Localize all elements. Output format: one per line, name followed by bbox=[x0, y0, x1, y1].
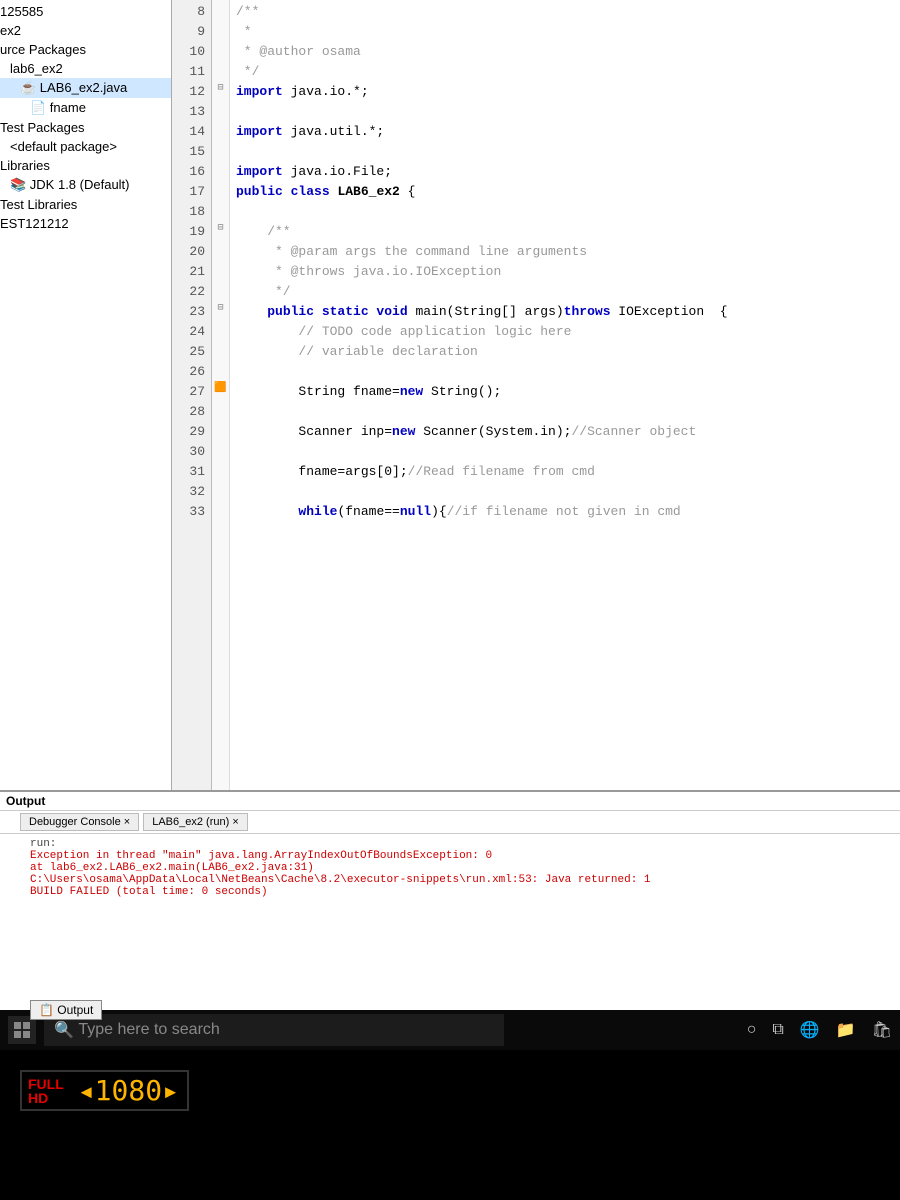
tree-item[interactable]: 📄 fname bbox=[0, 98, 171, 118]
project-tree[interactable]: 125585ex2urce Packageslab6_ex2☕ LAB6_ex2… bbox=[0, 0, 172, 790]
start-button[interactable] bbox=[8, 1016, 36, 1044]
tree-item[interactable]: ☕ LAB6_ex2.java bbox=[0, 78, 171, 98]
output-tabs[interactable]: Debugger Console ×LAB6_ex2 (run) × bbox=[0, 811, 900, 834]
tree-item[interactable]: Test Packages bbox=[0, 118, 171, 137]
cortana-icon[interactable]: ○ bbox=[747, 1021, 757, 1039]
tree-item[interactable]: Test Libraries bbox=[0, 195, 171, 214]
windows-icon bbox=[14, 1022, 30, 1038]
folder-icon[interactable]: 📁 bbox=[836, 1020, 856, 1040]
task-view-icon[interactable]: ⧉ bbox=[772, 1021, 783, 1039]
tree-item[interactable]: lab6_ex2 bbox=[0, 59, 171, 78]
output-tab[interactable]: LAB6_ex2 (run) × bbox=[143, 813, 248, 831]
code-editor[interactable]: 8910111213141516171819202122232425262728… bbox=[172, 0, 900, 790]
search-placeholder: Type here to search bbox=[78, 1021, 219, 1039]
line-gutter: 8910111213141516171819202122232425262728… bbox=[172, 0, 212, 790]
store-icon[interactable]: 🛍 bbox=[872, 1020, 892, 1040]
pinned-output-tab[interactable]: 📋 Output bbox=[30, 1000, 102, 1020]
output-tab[interactable]: Debugger Console × bbox=[20, 813, 139, 831]
taskbar-search[interactable]: 🔍 Type here to search bbox=[44, 1014, 504, 1046]
output-body: run:Exception in thread "main" java.lang… bbox=[0, 834, 900, 1010]
monitor-bezel: FULL HD ◂1080▸ bbox=[0, 1050, 900, 1200]
tree-item[interactable]: Libraries bbox=[0, 156, 171, 175]
taskbar[interactable]: 🔍 Type here to search ○ ⧉ 🌐 📁 🛍 bbox=[0, 1010, 900, 1050]
tree-item[interactable]: 125585 bbox=[0, 2, 171, 21]
edge-icon[interactable]: 🌐 bbox=[800, 1020, 820, 1040]
tree-item[interactable]: <default package> bbox=[0, 137, 171, 156]
tree-item[interactable]: EST121212 bbox=[0, 214, 171, 233]
fold-gutter[interactable]: ⊟⊟⊟🟧 bbox=[212, 0, 230, 790]
code-area[interactable]: /** * * @author osama */import java.io.*… bbox=[230, 0, 900, 790]
tree-item[interactable]: 📚 JDK 1.8 (Default) bbox=[0, 175, 171, 195]
tree-item[interactable]: ex2 bbox=[0, 21, 171, 40]
tree-item[interactable]: urce Packages bbox=[0, 40, 171, 59]
search-icon: 🔍 bbox=[54, 1020, 74, 1040]
system-tray[interactable]: ○ ⧉ 🌐 📁 🛍 bbox=[747, 1020, 892, 1040]
output-panel: Output Debugger Console ×LAB6_ex2 (run) … bbox=[0, 790, 900, 1010]
output-title: Output bbox=[0, 792, 900, 811]
hd-badge: FULL HD ◂1080▸ bbox=[20, 1070, 189, 1111]
